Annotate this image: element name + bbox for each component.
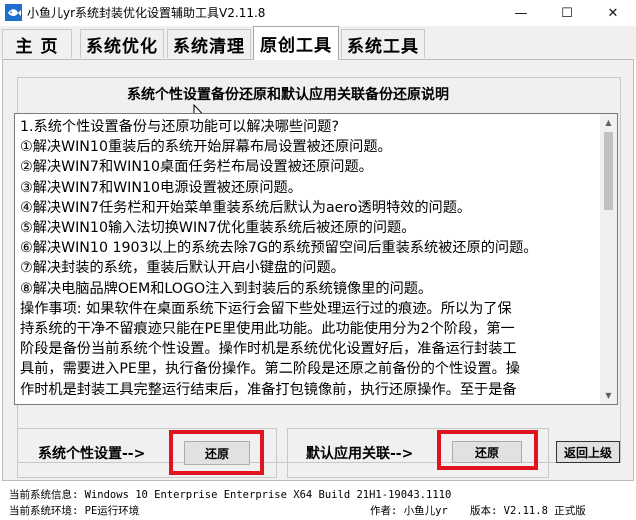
vertical-scrollbar[interactable]: ▲ ▼ bbox=[600, 114, 617, 404]
tab-original-tools[interactable]: 原创工具 bbox=[253, 26, 339, 60]
restore-personal-settings-button[interactable]: 还原 bbox=[184, 441, 250, 465]
default-apps-label: 默认应用关联--> bbox=[306, 446, 414, 462]
description-text: 1.系统个性设置备份与还原功能可以解决哪些问题? ①解决WIN10重装后的系统开… bbox=[20, 119, 538, 398]
description-textarea[interactable]: 1.系统个性设置备份与还原功能可以解决哪些问题? ①解决WIN10重装后的系统开… bbox=[14, 113, 618, 405]
status-bar: 当前系统信息: Windows 10 Enterprise Enterprise… bbox=[0, 484, 636, 520]
minimize-button[interactable]: — bbox=[498, 0, 544, 26]
tab-home[interactable]: 主 页 bbox=[2, 29, 72, 58]
back-button[interactable]: 返回上级 bbox=[556, 441, 620, 463]
close-button[interactable]: ✕ bbox=[590, 0, 636, 26]
maximize-button[interactable]: ☐ bbox=[544, 0, 590, 26]
scroll-up-icon[interactable]: ▲ bbox=[600, 114, 617, 131]
tab-system-clean[interactable]: 系统清理 bbox=[167, 29, 251, 58]
tab-system-tools[interactable]: 系统工具 bbox=[341, 29, 425, 58]
tab-system-optimize[interactable]: 系统优化 bbox=[80, 29, 164, 58]
restore-default-apps-button[interactable]: 还原 bbox=[452, 441, 522, 463]
scroll-thumb[interactable] bbox=[604, 132, 613, 210]
title-bar: 小鱼儿yr系统封装优化设置辅助工具V2.11.8 — ☐ ✕ bbox=[0, 0, 636, 26]
personal-settings-label: 系统个性设置--> bbox=[38, 446, 146, 462]
app-fish-icon bbox=[5, 4, 22, 21]
description-heading: 系统个性设置备份还原和默认应用关联备份还原说明 bbox=[123, 84, 453, 104]
version-text: 版本: V2.11.8 正式版 bbox=[470, 505, 586, 517]
scroll-down-icon[interactable]: ▼ bbox=[600, 387, 617, 404]
tab-strip: 主 页 系统优化 系统清理 原创工具 系统工具 bbox=[0, 26, 636, 60]
author-text: 作者: 小鱼儿yr bbox=[370, 505, 448, 517]
system-env-text: 当前系统环境: PE运行环境 bbox=[9, 505, 140, 517]
window-title: 小鱼儿yr系统封装优化设置辅助工具V2.11.8 bbox=[27, 6, 266, 20]
system-info-text: 当前系统信息: Windows 10 Enterprise Enterprise… bbox=[9, 489, 452, 501]
